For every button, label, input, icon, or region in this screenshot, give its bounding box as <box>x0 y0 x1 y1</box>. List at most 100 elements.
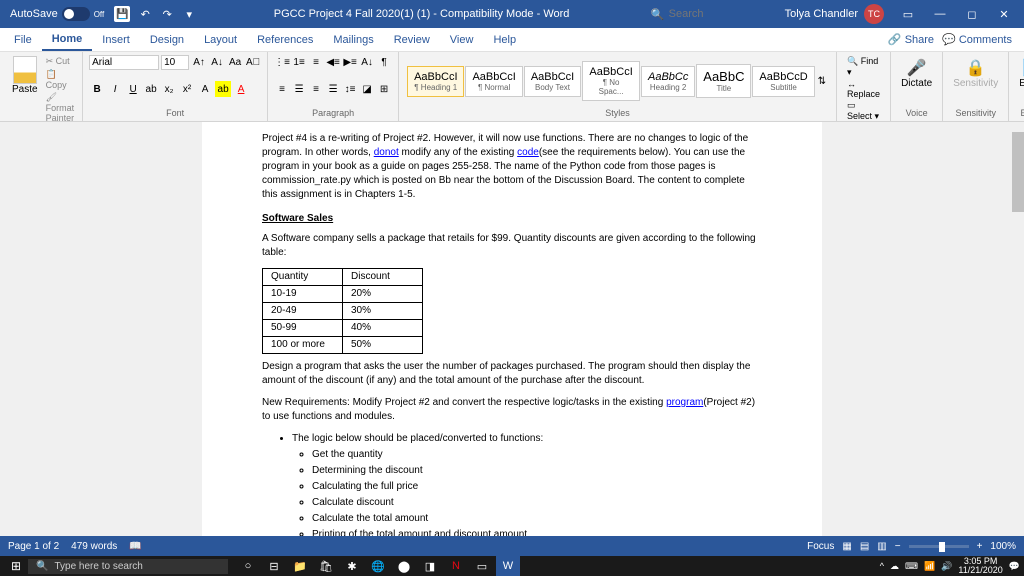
page-number[interactable]: Page 1 of 2 <box>8 541 59 552</box>
keyboard-icon[interactable]: ⌨ <box>905 561 918 572</box>
select-button[interactable]: ▭ Select ▾ <box>847 100 880 122</box>
clock-date[interactable]: 11/21/2020 <box>958 566 1002 575</box>
view-web-icon[interactable]: ▥ <box>877 541 886 552</box>
grow-font-icon[interactable]: A↑ <box>191 54 207 70</box>
avatar[interactable]: TC <box>864 4 884 24</box>
highlight-icon[interactable]: ab <box>215 81 231 97</box>
netflix-icon[interactable]: N <box>444 556 468 576</box>
line-spacing-icon[interactable]: ↕≡ <box>342 81 358 97</box>
undo-icon[interactable]: ↶ <box>135 4 155 24</box>
vscode-icon[interactable]: ◨ <box>418 556 442 576</box>
search-box[interactable]: 🔍 <box>643 8 777 21</box>
copy-button[interactable]: 📋 Copy <box>46 69 75 90</box>
justify-icon[interactable]: ☰ <box>325 81 341 97</box>
style-heading2[interactable]: AaBbCcHeading 2 <box>641 66 695 97</box>
zoom-out-icon[interactable]: − <box>895 541 901 552</box>
borders-icon[interactable]: ⊞ <box>376 81 392 97</box>
tray-up-icon[interactable]: ^ <box>880 561 884 571</box>
cortana-icon[interactable]: ○ <box>236 556 260 576</box>
word-count[interactable]: 479 words <box>71 541 117 552</box>
taskview-icon[interactable]: ⊟ <box>262 556 286 576</box>
style-normal[interactable]: AaBbCcI¶ Normal <box>465 66 522 97</box>
start-button[interactable]: ⊞ <box>4 559 28 573</box>
document-area[interactable]: Project #4 is a re-writing of Project #2… <box>0 122 1024 536</box>
zoom-slider[interactable] <box>909 545 969 548</box>
scroll-thumb[interactable] <box>1012 132 1024 212</box>
format-painter-button[interactable]: 🖌 Format Painter <box>46 92 75 123</box>
tab-insert[interactable]: Insert <box>92 30 140 50</box>
chrome-icon[interactable]: ⬤ <box>392 556 416 576</box>
tab-help[interactable]: Help <box>483 30 526 50</box>
ribbon-display-icon[interactable]: ▭ <box>892 0 924 28</box>
styles-more-icon[interactable]: ⇅ <box>816 74 828 89</box>
underline-button[interactable]: U <box>125 81 141 97</box>
focus-mode[interactable]: Focus <box>807 541 834 552</box>
tab-design[interactable]: Design <box>140 30 194 50</box>
bullets-icon[interactable]: ⋮≡ <box>274 54 290 70</box>
tab-layout[interactable]: Layout <box>194 30 247 50</box>
store-icon[interactable]: 🛍 <box>314 556 338 576</box>
onedrive-icon[interactable]: ☁ <box>890 561 899 572</box>
multilevel-icon[interactable]: ≡ <box>308 54 324 70</box>
explorer-icon[interactable]: 📁 <box>288 556 312 576</box>
clear-format-icon[interactable]: A⃠ <box>245 54 261 70</box>
tab-review[interactable]: Review <box>384 30 440 50</box>
text-effects-icon[interactable]: A <box>197 81 213 97</box>
toggle-switch[interactable] <box>62 7 90 21</box>
search-input[interactable] <box>669 8 769 20</box>
show-marks-icon[interactable]: ¶ <box>376 54 392 70</box>
tab-home[interactable]: Home <box>42 29 93 51</box>
close-icon[interactable]: ✕ <box>988 0 1020 28</box>
taskbar-search[interactable]: 🔍 Type here to search <box>28 559 228 574</box>
minimize-icon[interactable]: — <box>924 0 956 28</box>
user-info[interactable]: Tolya Chandler TC <box>777 4 892 24</box>
save-icon[interactable]: 💾 <box>114 6 130 22</box>
tab-view[interactable]: View <box>440 30 484 50</box>
style-subtitle[interactable]: AaBbCcDSubtitle <box>752 66 814 97</box>
font-name-select[interactable] <box>89 55 159 70</box>
tab-references[interactable]: References <box>247 30 323 50</box>
comments-button[interactable]: 💬 Comments <box>942 33 1012 46</box>
view-read-icon[interactable]: ▤ <box>860 541 869 552</box>
style-heading1[interactable]: AaBbCcI¶ Heading 1 <box>407 66 464 97</box>
edge-icon[interactable]: 🌐 <box>366 556 390 576</box>
styles-gallery[interactable]: AaBbCcI¶ Heading 1 AaBbCcI¶ Normal AaBbC… <box>405 54 830 108</box>
sort-icon[interactable]: A↓ <box>359 54 375 70</box>
numbering-icon[interactable]: 1≡ <box>291 54 307 70</box>
superscript-button[interactable]: x² <box>179 81 195 97</box>
scrollbar[interactable] <box>1012 122 1024 536</box>
autosave-toggle[interactable]: AutoSave Off <box>4 7 110 21</box>
page-content[interactable]: Project #4 is a re-writing of Project #2… <box>202 122 822 536</box>
italic-button[interactable]: I <box>107 81 123 97</box>
change-case-icon[interactable]: Aa <box>227 54 243 70</box>
align-left-icon[interactable]: ≡ <box>274 81 290 97</box>
view-print-icon[interactable]: ▦ <box>842 541 851 552</box>
cut-button[interactable]: ✂ Cut <box>46 56 75 67</box>
shading-icon[interactable]: ◪ <box>359 81 375 97</box>
dictate-icon[interactable]: 🎤 <box>901 58 932 78</box>
qat-dropdown-icon[interactable]: ▾ <box>179 4 199 24</box>
align-center-icon[interactable]: ☰ <box>291 81 307 97</box>
wifi-icon[interactable]: 📶 <box>924 561 935 572</box>
increase-indent-icon[interactable]: ▶≡ <box>342 54 358 70</box>
subscript-button[interactable]: x₂ <box>161 81 177 97</box>
maximize-icon[interactable]: ◻ <box>956 0 988 28</box>
share-button[interactable]: 🔗 Share <box>888 33 934 46</box>
decrease-indent-icon[interactable]: ◀≡ <box>325 54 341 70</box>
proofing-icon[interactable]: 📖 <box>129 541 141 552</box>
notifications-icon[interactable]: 💬 <box>1009 561 1020 572</box>
shrink-font-icon[interactable]: A↓ <box>209 54 225 70</box>
redo-icon[interactable]: ↷ <box>157 4 177 24</box>
app-icon[interactable]: ✱ <box>340 556 364 576</box>
volume-icon[interactable]: 🔊 <box>941 561 952 572</box>
tab-mailings[interactable]: Mailings <box>323 30 383 50</box>
tab-file[interactable]: File <box>4 30 42 50</box>
style-title[interactable]: AaBbCTitle <box>696 64 751 98</box>
app2-icon[interactable]: ▭ <box>470 556 494 576</box>
replace-button[interactable]: ↔ Replace <box>847 79 880 99</box>
style-body[interactable]: AaBbCcIBody Text <box>524 66 581 97</box>
word-icon[interactable]: W <box>496 556 520 576</box>
style-nospace[interactable]: AaBbCcI¶ No Spac... <box>582 61 640 101</box>
strike-button[interactable]: ab <box>143 81 159 97</box>
editor-icon[interactable]: 📝 <box>1019 58 1024 78</box>
